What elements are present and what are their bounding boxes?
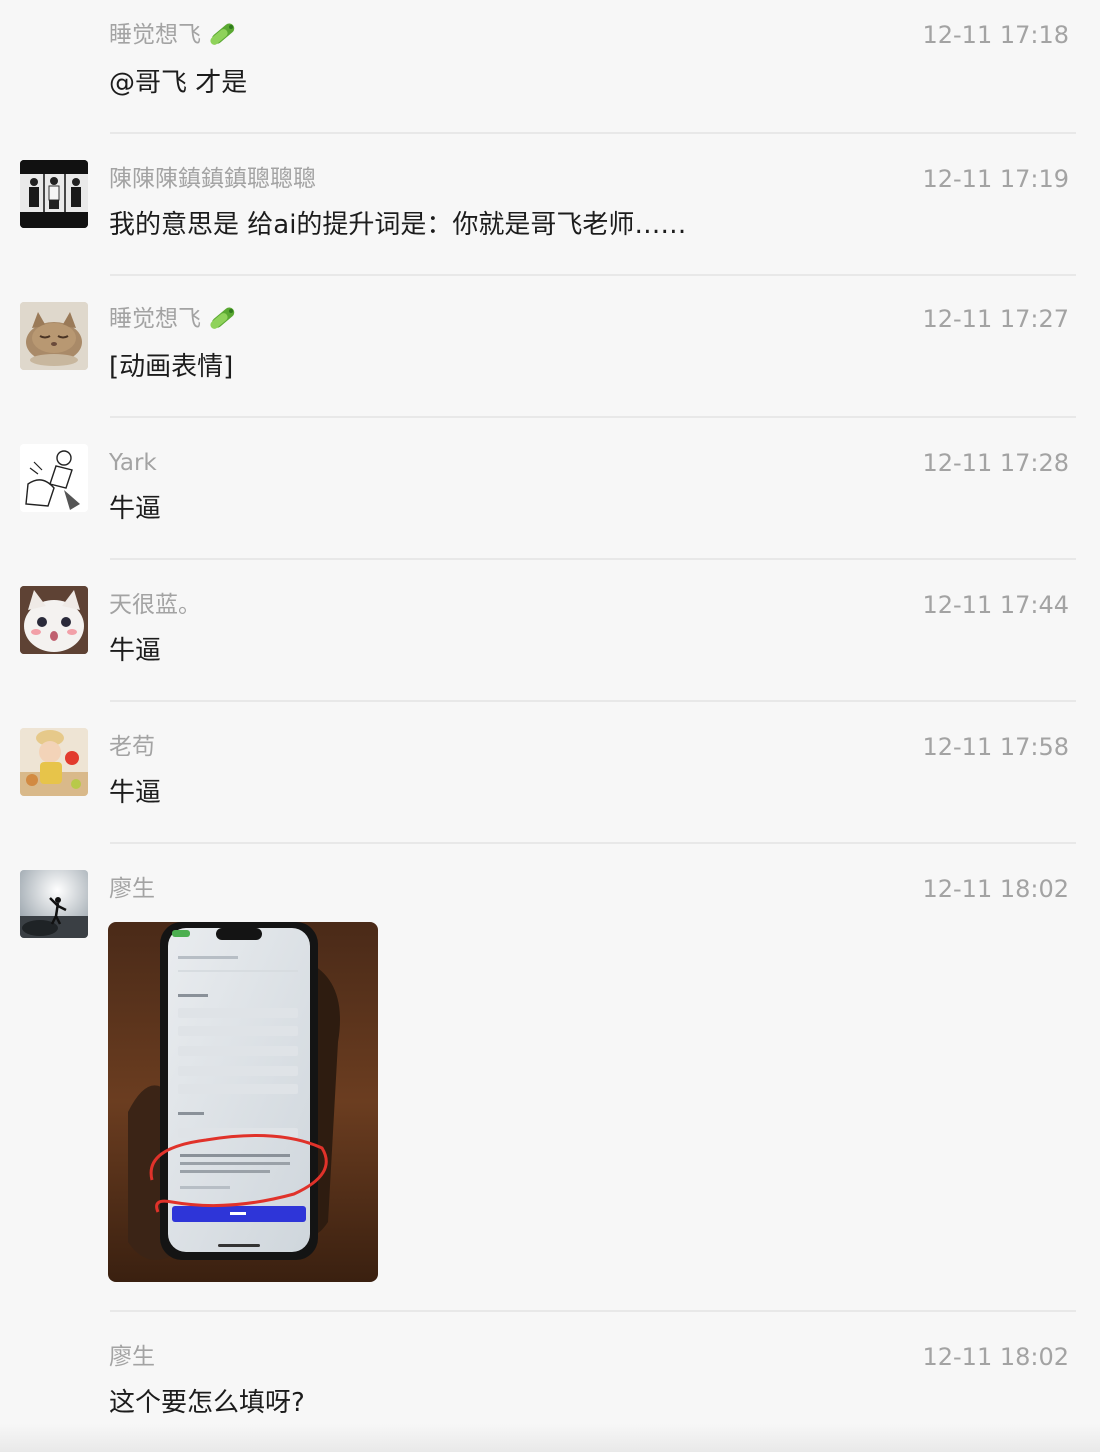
message-separator <box>110 1310 1076 1312</box>
message-time: 12-11 18:02 <box>922 875 1069 903</box>
sender-name[interactable]: 睡觉想飞 <box>109 20 239 50</box>
message-text[interactable]: 牛逼 <box>109 634 161 668</box>
message-text[interactable]: 我的意思是 给ai的提升词是：你就是哥飞老师…… <box>109 208 686 242</box>
message-time: 12-11 17:19 <box>922 165 1069 193</box>
avatar[interactable] <box>20 728 88 796</box>
cat-avatar-image <box>20 302 88 370</box>
avatar[interactable] <box>20 586 88 654</box>
avatar[interactable] <box>20 870 88 938</box>
sender-name[interactable]: 老苟 <box>109 732 155 762</box>
message-separator <box>110 274 1076 276</box>
silhouette-avatar-image <box>20 870 88 938</box>
message-text[interactable]: 牛逼 <box>109 776 161 810</box>
message-text[interactable]: 牛逼 <box>109 492 161 526</box>
phone-photo-image <box>108 922 378 1282</box>
message-time: 12-11 17:58 <box>922 733 1069 761</box>
sender-name[interactable]: 陳陳陳鎮鎮鎮聰聰聰 <box>109 164 316 194</box>
group-photo-avatar-image <box>20 160 88 228</box>
child-avatar-image <box>20 728 88 796</box>
cucumber-emoji-icon <box>210 307 235 329</box>
sketch-avatar-image <box>20 444 88 512</box>
avatar[interactable] <box>20 302 88 370</box>
sender-name[interactable]: 天很蓝。 <box>109 590 201 620</box>
message-text[interactable]: 这个要怎么填呀? <box>109 1386 305 1420</box>
bottom-fade <box>0 1424 1100 1452</box>
message-text[interactable]: [动画表情] <box>109 350 233 384</box>
message-text[interactable]: @哥飞 才是 <box>109 66 247 100</box>
message-time: 12-11 17:28 <box>922 449 1069 477</box>
white-kitten-avatar-image <box>20 586 88 654</box>
message-separator <box>110 700 1076 702</box>
sender-name[interactable]: 睡觉想飞 <box>109 304 239 334</box>
cucumber-emoji-icon <box>210 23 235 45</box>
message-time: 12-11 17:18 <box>922 21 1069 49</box>
avatar[interactable] <box>20 160 88 228</box>
message-time: 12-11 18:02 <box>922 1343 1069 1371</box>
message-image[interactable] <box>108 922 378 1282</box>
sender-name[interactable]: Yark <box>109 448 157 478</box>
message-separator <box>110 558 1076 560</box>
sender-name[interactable]: 廖生 <box>109 874 155 904</box>
message-time: 12-11 17:44 <box>922 591 1069 619</box>
message-separator <box>110 842 1076 844</box>
message-separator <box>110 132 1076 134</box>
message-separator <box>110 416 1076 418</box>
avatar[interactable] <box>20 444 88 512</box>
sender-name[interactable]: 廖生 <box>109 1342 155 1372</box>
message-time: 12-11 17:27 <box>922 305 1069 333</box>
